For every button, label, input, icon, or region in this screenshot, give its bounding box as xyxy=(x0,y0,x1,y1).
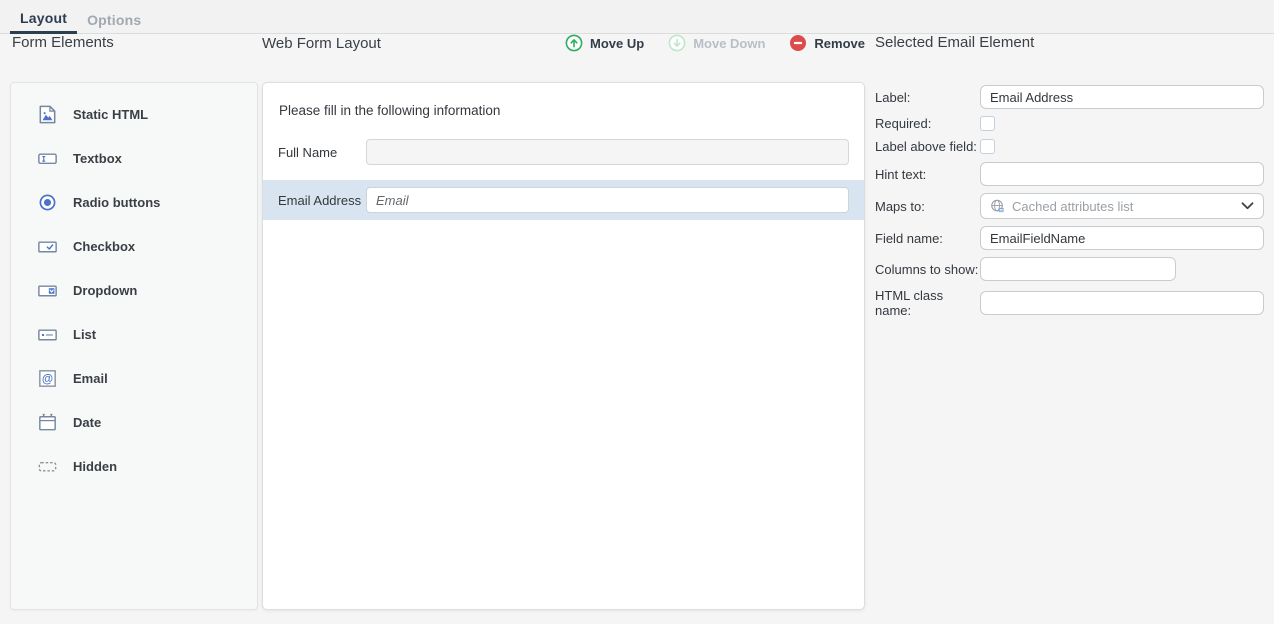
textbox-icon xyxy=(35,146,59,170)
email-icon: @ xyxy=(35,366,59,390)
columns-to-show-input[interactable] xyxy=(980,257,1176,281)
form-intro-text: Please fill in the following information xyxy=(263,83,864,118)
required-label: Required: xyxy=(875,116,980,131)
field-name-input[interactable] xyxy=(980,226,1264,250)
static-html-icon xyxy=(35,102,59,126)
canvas-row-full-name[interactable]: Full Name xyxy=(263,132,864,172)
palette-item-radio-buttons[interactable]: Radio buttons xyxy=(11,180,257,224)
properties-panel: Label: Required: Label above field: Hint… xyxy=(875,82,1264,325)
palette-item-label: List xyxy=(73,327,96,342)
palette-item-label: Dropdown xyxy=(73,283,137,298)
move-up-button[interactable]: Move Up xyxy=(565,34,644,52)
remove-label: Remove xyxy=(814,36,865,51)
email-address-label: Email Address xyxy=(278,193,366,208)
svg-text:@: @ xyxy=(41,373,52,385)
email-address-input[interactable] xyxy=(366,187,849,213)
palette-item-dropdown[interactable]: Dropdown xyxy=(11,268,257,312)
tab-layout[interactable]: Layout xyxy=(10,2,77,34)
prop-label-label: Label: xyxy=(875,90,980,105)
palette-item-label: Hidden xyxy=(73,459,117,474)
prop-row-field-name: Field name: xyxy=(875,226,1264,250)
columns-to-show-label: Columns to show: xyxy=(875,262,980,277)
prop-row-html-class-name: HTML class name: xyxy=(875,288,1264,318)
maps-to-select[interactable]: Cached attributes list xyxy=(980,193,1264,219)
web-form-layout-title: Web Form Layout xyxy=(262,35,381,52)
required-checkbox[interactable] xyxy=(980,116,995,131)
palette-item-label: Static HTML xyxy=(73,107,148,122)
label-above-field-label: Label above field: xyxy=(875,139,980,154)
radio-buttons-icon xyxy=(35,190,59,214)
remove-button[interactable]: Remove xyxy=(789,34,865,52)
globe-icon xyxy=(990,199,1005,214)
palette-item-label: Email xyxy=(73,371,108,386)
list-icon xyxy=(35,322,59,346)
selected-element-title: Selected Email Element xyxy=(875,34,1034,51)
palette-item-label: Date xyxy=(73,415,101,430)
chevron-down-icon xyxy=(1241,202,1254,210)
palette-item-date[interactable]: Date xyxy=(11,400,257,444)
prop-row-required: Required: xyxy=(875,116,1264,131)
palette-item-static-html[interactable]: Static HTML xyxy=(11,92,257,136)
label-input[interactable] xyxy=(980,85,1264,109)
move-up-label: Move Up xyxy=(590,36,644,51)
form-elements-title: Form Elements xyxy=(10,34,114,51)
checkbox-icon xyxy=(35,234,59,258)
palette-item-checkbox[interactable]: Checkbox xyxy=(11,224,257,268)
move-down-button[interactable]: Move Down xyxy=(668,34,765,52)
prop-row-hint-text: Hint text: xyxy=(875,162,1264,186)
hint-text-label: Hint text: xyxy=(875,167,980,182)
tab-options[interactable]: Options xyxy=(77,4,151,33)
prop-row-maps-to: Maps to: Cached attributes list xyxy=(875,193,1264,219)
palette-item-textbox[interactable]: Textbox xyxy=(11,136,257,180)
palette-item-email[interactable]: @ Email xyxy=(11,356,257,400)
palette-item-label: Checkbox xyxy=(73,239,135,254)
full-name-input[interactable] xyxy=(366,139,849,165)
maps-to-label: Maps to: xyxy=(875,199,980,214)
hint-text-input[interactable] xyxy=(980,162,1264,186)
move-down-label: Move Down xyxy=(693,36,765,51)
prop-row-label: Label: xyxy=(875,85,1264,109)
html-class-name-input[interactable] xyxy=(980,291,1264,315)
hidden-icon xyxy=(35,454,59,478)
canvas-row-email-address[interactable]: Email Address xyxy=(263,180,864,220)
tab-bar: Layout Options xyxy=(0,0,1274,34)
form-elements-panel: Static HTML Textbox Ra xyxy=(10,82,258,610)
remove-icon xyxy=(789,34,807,52)
move-up-icon xyxy=(565,34,583,52)
prop-row-label-above-field: Label above field: xyxy=(875,139,1264,154)
canvas-toolbar: Move Up Move Down xyxy=(541,34,865,52)
move-down-icon xyxy=(668,34,686,52)
prop-row-columns-to-show: Columns to show: xyxy=(875,257,1264,281)
maps-to-selected-value: Cached attributes list xyxy=(1012,199,1241,214)
dropdown-icon xyxy=(35,278,59,302)
html-class-name-label: HTML class name: xyxy=(875,288,980,318)
palette-item-list[interactable]: List xyxy=(11,312,257,356)
full-name-label: Full Name xyxy=(278,145,366,160)
palette-item-hidden[interactable]: Hidden xyxy=(11,444,257,488)
palette-item-label: Radio buttons xyxy=(73,195,160,210)
label-above-field-checkbox[interactable] xyxy=(980,139,995,154)
palette-item-label: Textbox xyxy=(73,151,122,166)
web-form-canvas: Please fill in the following information… xyxy=(262,82,865,610)
field-name-label: Field name: xyxy=(875,231,980,246)
date-icon xyxy=(35,410,59,434)
